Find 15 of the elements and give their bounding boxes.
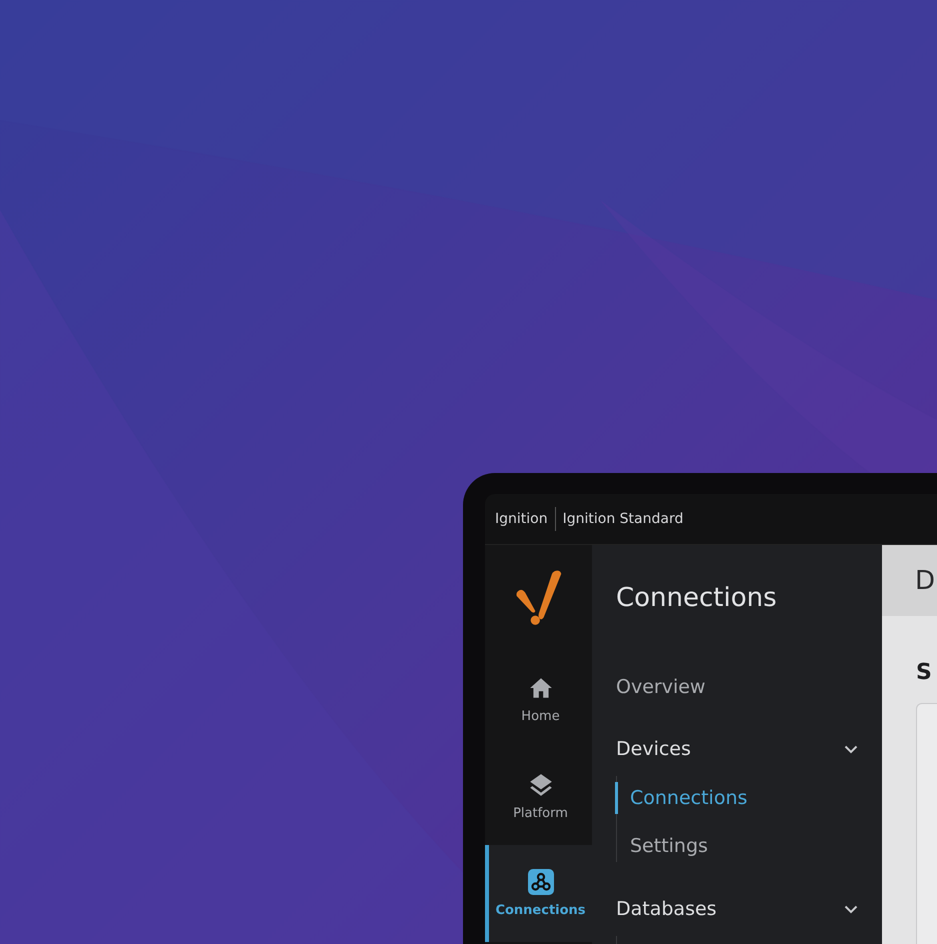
nav-rail-item[interactable]: Home: [485, 651, 592, 748]
logo-icon: [514, 569, 564, 627]
nav-rail-item[interactable]: Connections: [485, 845, 592, 942]
menu-group[interactable]: Devices: [616, 736, 882, 762]
network-icon: [528, 869, 554, 895]
page-title: D: [915, 566, 936, 596]
section-title: S: [916, 660, 933, 685]
menu-title: Connections: [616, 583, 778, 615]
nav-rail-item[interactable]: Platform: [485, 748, 592, 845]
edition-name: Ignition Standard: [562, 511, 684, 527]
menu-group[interactable]: Databases: [616, 896, 882, 922]
submenu-item[interactable]: Settings: [615, 830, 882, 862]
layers-icon: [528, 772, 554, 798]
product-name: Ignition: [495, 507, 556, 531]
menu-link[interactable]: Overview: [616, 676, 882, 702]
